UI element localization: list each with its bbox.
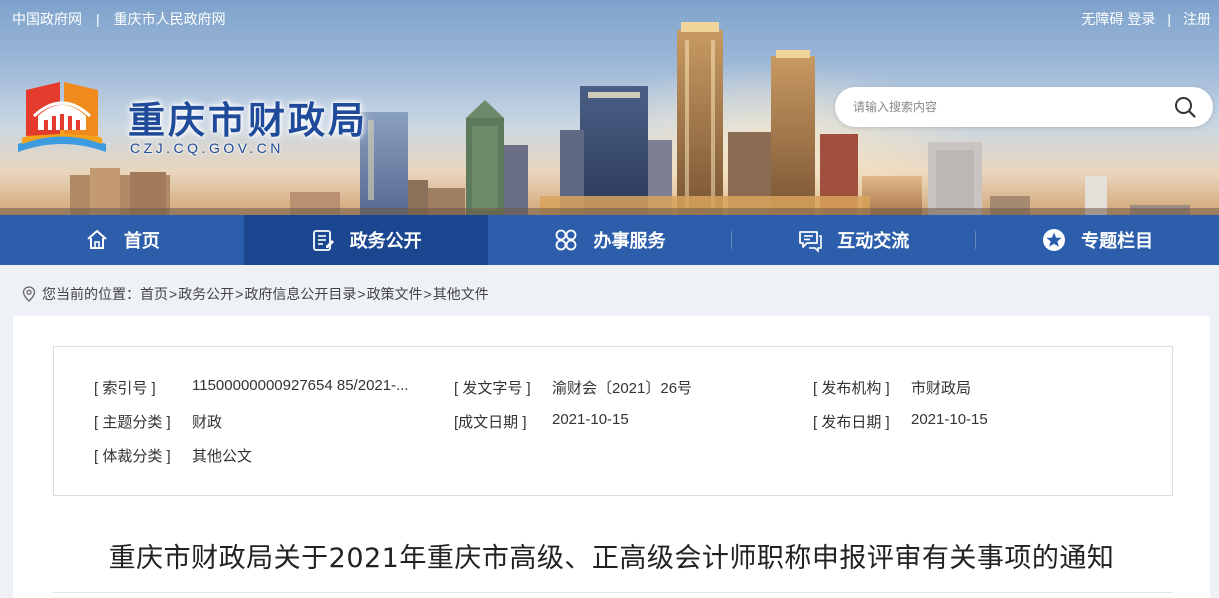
- meta-publisher: [ 发布机构 ] 市财政局: [813, 377, 971, 398]
- meta-value: 11500000000927654 85/2021-...: [192, 377, 409, 394]
- meta-value: 市财政局: [911, 380, 972, 397]
- nav-topics-label: 专题栏目: [1081, 231, 1154, 251]
- link-separator: |: [1167, 11, 1171, 27]
- meta-value: 2021-10-15: [552, 411, 629, 428]
- site-logo[interactable]: 重庆市财政局 CZJ.CQ.GOV.CN: [14, 76, 394, 166]
- search-bar: [835, 87, 1213, 127]
- meta-label: [ 体裁分类 ]: [94, 448, 171, 465]
- top-right-links: 无障碍 登录 | 注册: [1081, 9, 1211, 29]
- nav-home-label: 首页: [123, 231, 160, 251]
- location-pin-icon: [22, 286, 36, 302]
- meta-label: [ 索引号 ]: [94, 380, 156, 397]
- nav-services-label: 办事服务: [593, 231, 666, 251]
- nav-gov-affairs[interactable]: 政务公开: [243, 215, 488, 265]
- meta-value: 其他公文: [192, 448, 253, 465]
- document-list-icon: [312, 230, 334, 251]
- search-input[interactable]: [853, 95, 1153, 119]
- accessibility-link[interactable]: 无障碍: [1081, 9, 1123, 29]
- meta-topic: [ 主题分类 ] 财政: [94, 411, 222, 432]
- breadcrumb: 您当前的位置： 首页 > 政务公开 > 政府信息公开目录 > 政策文件 > 其他…: [22, 284, 489, 304]
- header-banner: 中国政府网 | 重庆市人民政府网 无障碍 登录 | 注册 重庆市财政局 CZJ.…: [0, 0, 1219, 215]
- chat-icon: [799, 231, 823, 253]
- breadcrumb-home[interactable]: 首页: [140, 284, 168, 304]
- meta-genre: [ 体裁分类 ] 其他公文: [94, 445, 252, 466]
- emblem-icon: [18, 82, 106, 152]
- breadcrumb-gov-affairs[interactable]: 政务公开: [178, 284, 234, 304]
- title-divider: [53, 592, 1173, 593]
- document-metadata-table: [ 索引号 ] 11500000000927654 85/2021-... [ …: [53, 346, 1173, 496]
- meta-label: [ 发布机构 ]: [813, 380, 890, 397]
- site-title: 重庆市财政局: [128, 99, 368, 142]
- meta-label: [成文日期 ]: [454, 414, 527, 431]
- document-title: 重庆市财政局关于2021年重庆市高级、正高级会计师职称申报评审有关事项的通知: [108, 543, 1115, 574]
- site-domain: CZJ.CQ.GOV.CN: [130, 140, 284, 156]
- register-link[interactable]: 注册: [1183, 9, 1211, 29]
- breadcrumb-separator: >: [235, 286, 244, 302]
- meta-doc-no: [ 发文字号 ] 渝财会〔2021〕26号: [454, 377, 692, 398]
- breadcrumb-policy-docs[interactable]: 政策文件: [367, 284, 423, 304]
- meta-publish-date: [ 发布日期 ] 2021-10-15: [813, 411, 988, 432]
- star-circle-icon: [1043, 229, 1066, 251]
- meta-index-no: [ 索引号 ] 11500000000927654 85/2021-...: [94, 377, 409, 398]
- search-icon[interactable]: [1173, 95, 1197, 119]
- meta-value: 渝财会〔2021〕26号: [552, 380, 693, 397]
- nav-services[interactable]: 办事服务: [488, 215, 732, 265]
- breadcrumb-info-catalog[interactable]: 政府信息公开目录: [244, 284, 356, 304]
- grid-flower-icon: [556, 229, 577, 251]
- nav-interaction-label: 互动交流: [837, 231, 910, 251]
- meta-value: 2021-10-15: [911, 411, 988, 428]
- breadcrumb-separator: >: [169, 286, 178, 302]
- article-container: [ 索引号 ] 11500000000927654 85/2021-... [ …: [13, 316, 1210, 598]
- meta-label: [ 主题分类 ]: [94, 414, 171, 431]
- nav-interaction[interactable]: 互动交流: [731, 215, 975, 265]
- gov-portal-link[interactable]: 中国政府网: [12, 9, 82, 29]
- meta-label: [ 发文字号 ]: [454, 380, 531, 397]
- chongqing-gov-link[interactable]: 重庆市人民政府网: [114, 9, 226, 29]
- nav-gov-affairs-label: 政务公开: [349, 231, 422, 251]
- meta-label: [ 发布日期 ]: [813, 414, 890, 431]
- nav-topics[interactable]: 专题栏目: [975, 215, 1219, 265]
- link-separator: |: [96, 11, 100, 27]
- meta-value: 财政: [192, 414, 223, 431]
- meta-written-date: [成文日期 ] 2021-10-15: [454, 411, 629, 432]
- top-left-links: 中国政府网 | 重庆市人民政府网: [12, 9, 226, 29]
- breadcrumb-prefix: 您当前的位置：: [42, 286, 140, 302]
- login-link[interactable]: 登录: [1127, 9, 1155, 29]
- breadcrumb-separator: >: [357, 286, 366, 302]
- breadcrumb-other-docs[interactable]: 其他文件: [433, 284, 489, 304]
- nav-home[interactable]: 首页: [0, 215, 244, 265]
- breadcrumb-separator: >: [423, 286, 432, 302]
- home-icon: [87, 230, 107, 249]
- main-nav: 首页 政务公开 办事服务 互动交流 专题栏目: [0, 215, 1219, 265]
